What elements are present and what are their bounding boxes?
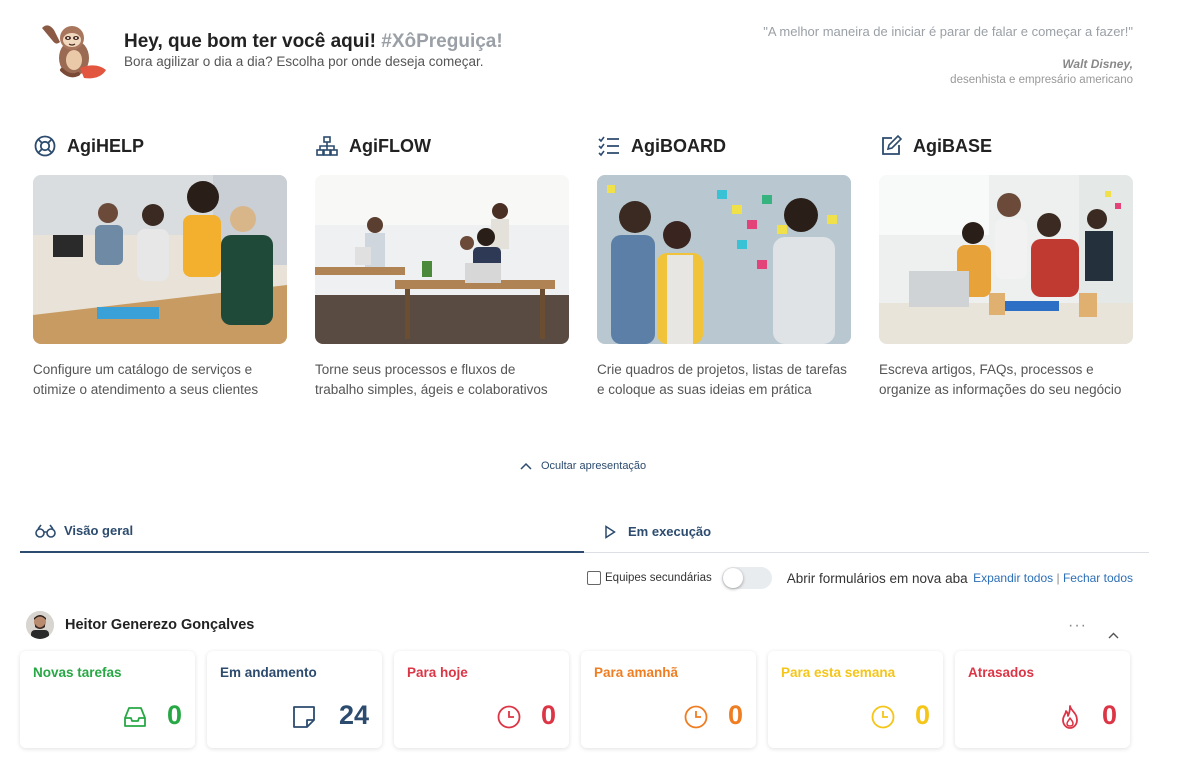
product-agiflow[interactable]: AgiFLOW Torne seus processos e fluxos de… [315, 132, 570, 400]
lifebuoy-icon [34, 135, 56, 157]
links-separator: | [1056, 571, 1060, 585]
product-title: AgiBASE [913, 135, 993, 156]
greeting-text: Hey, que bom ter você aqui! [124, 31, 376, 52]
fire-icon [1062, 705, 1078, 729]
card-para-amanha[interactable]: Para amanhã 0 [581, 651, 756, 748]
hashtag-text: #XôPreguiça! [381, 31, 503, 52]
clock-icon [497, 705, 521, 729]
product-title: AgiFLOW [349, 135, 431, 156]
quote-author: Walt Disney, [1062, 57, 1133, 71]
chevron-up-icon [520, 462, 532, 470]
welcome-header: Hey, que bom ter você aqui! #XôPreguiça!… [0, 0, 1178, 100]
card-value: 24 [338, 700, 369, 730]
play-icon [605, 524, 616, 539]
secondary-teams-checkbox[interactable] [587, 571, 601, 585]
user-name: Heitor Generezo Gonçalves [65, 617, 255, 633]
card-value: 0 [166, 700, 182, 730]
product-description: Configure um catálogo de serviços e otim… [33, 362, 259, 397]
product-title: AgiHELP [67, 135, 145, 156]
card-para-hoje[interactable]: Para hoje 0 [394, 651, 569, 748]
sitemap-icon [316, 136, 338, 156]
tab-label: Em execução [628, 524, 712, 539]
hide-presentation-label: Ocultar apresentação [541, 460, 647, 472]
product-agiboard[interactable]: AgiBOARD Crie quadros de projetos, lista… [597, 132, 852, 400]
greeting-title: Hey, que bom ter você aqui! #XôPreguiça! [124, 31, 503, 53]
tab-bar: Visão geral Em execução [20, 510, 1149, 553]
options-row: Equipes secundárias Abrir formulários em… [587, 566, 968, 590]
tab-visao-geral[interactable]: Visão geral [20, 510, 584, 553]
open-forms-new-tab-toggle[interactable] [721, 567, 772, 589]
hide-presentation-toggle[interactable]: Ocultar apresentação [520, 460, 646, 472]
sticky-note-icon [293, 706, 315, 728]
card-title: Novas tarefas [33, 665, 122, 680]
collapse-user-chevron-icon[interactable] [1108, 626, 1119, 644]
card-value: 0 [540, 700, 556, 730]
expand-all-link[interactable]: Expandir todos [973, 571, 1053, 585]
open-forms-new-tab-label: Abrir formulários em nova aba [786, 570, 968, 586]
user-header: Heitor Generezo Gonçalves [26, 611, 254, 639]
card-title: Para esta semana [781, 665, 896, 680]
product-image [879, 175, 1133, 344]
card-value: 0 [1101, 700, 1117, 730]
binoculars-icon [35, 524, 56, 538]
product-description: Crie quadros de projetos, listas de tare… [597, 362, 847, 397]
product-description: Escreva artigos, FAQs, processos e organ… [879, 362, 1122, 397]
card-value: 0 [914, 700, 930, 730]
inbox-icon [124, 707, 146, 727]
more-options-icon[interactable]: ··· [1068, 617, 1087, 635]
card-title: Em andamento [220, 665, 317, 680]
tab-em-execucao[interactable]: Em execução [604, 510, 1149, 553]
product-description: Torne seus processos e fluxos de trabalh… [315, 362, 548, 397]
card-title: Atrasados [968, 665, 1035, 680]
clock-icon [684, 705, 708, 729]
product-image [33, 175, 287, 344]
secondary-teams-label: Equipes secundárias [605, 572, 712, 584]
product-agibase[interactable]: AgiBASE Escreva artigos, FAQs, processos… [879, 132, 1134, 400]
clock-icon [871, 705, 895, 729]
product-title: AgiBOARD [631, 135, 726, 156]
card-atrasados[interactable]: Atrasados 0 [955, 651, 1130, 748]
edit-icon [882, 134, 903, 155]
checklist-icon [598, 136, 619, 157]
card-value: 0 [727, 700, 743, 730]
tab-label: Visão geral [64, 523, 134, 538]
quote-text: "A melhor maneira de iniciar é parar de … [763, 24, 1133, 39]
card-title: Para hoje [407, 665, 468, 680]
product-agihelp[interactable]: AgiHELP Configure um catálogo de serviço… [33, 132, 288, 400]
quote-author-description: desenhista e empresário americano [950, 74, 1133, 86]
card-title: Para amanhã [594, 665, 679, 680]
sloth-mascot-icon [40, 20, 110, 82]
product-image [597, 175, 851, 344]
avatar [26, 611, 54, 639]
card-novas-tarefas[interactable]: Novas tarefas 0 [20, 651, 195, 748]
product-image [315, 175, 569, 344]
card-em-andamento[interactable]: Em andamento 24 [207, 651, 382, 748]
card-para-esta-semana[interactable]: Para esta semana 0 [768, 651, 943, 748]
collapse-all-link[interactable]: Fechar todos [1063, 571, 1133, 585]
expand-collapse-links: Expandir todos | Fechar todos [973, 571, 1133, 585]
greeting-subtitle: Bora agilizar o dia a dia? Escolha por o… [124, 54, 484, 69]
